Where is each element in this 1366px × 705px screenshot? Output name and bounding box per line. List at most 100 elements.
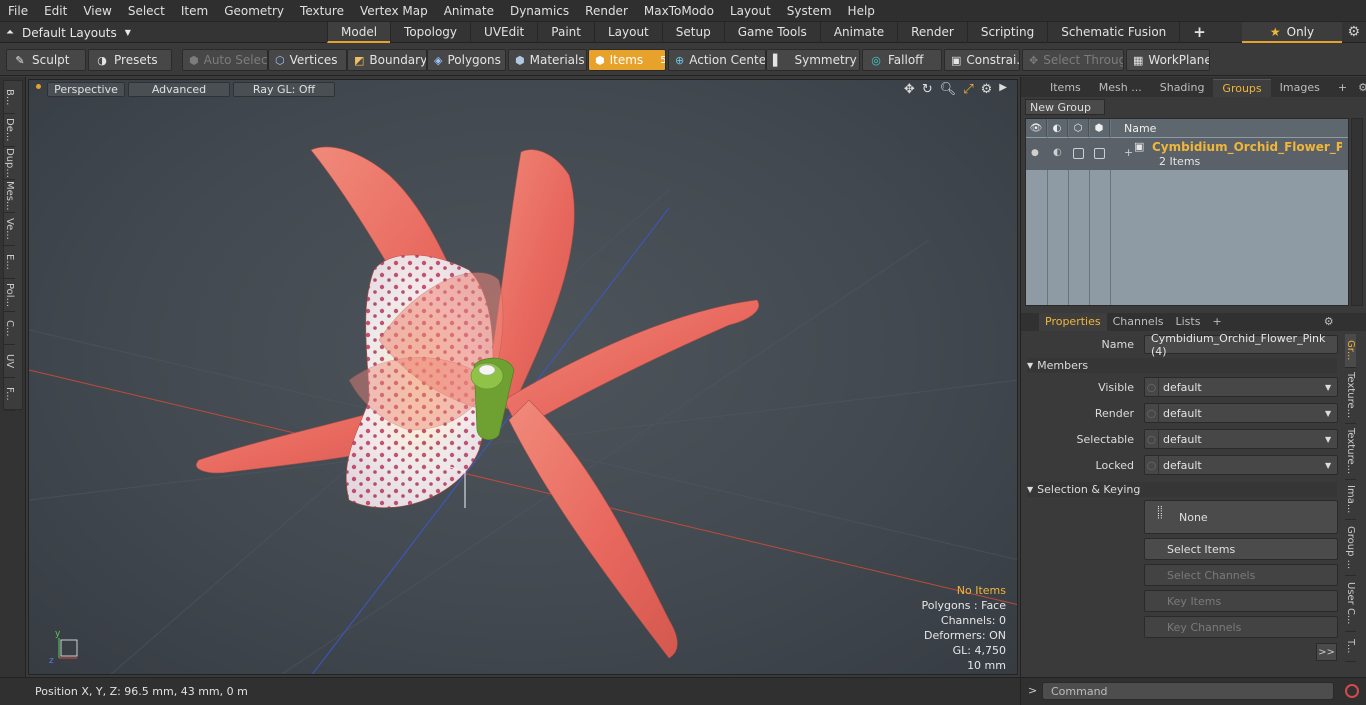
selection-keying-section[interactable]: ▼ Selection & Keying — [1027, 482, 1337, 497]
materials-button[interactable]: ⬢ Materials — [508, 49, 587, 71]
menu-item[interactable]: Item — [173, 4, 216, 18]
select-channels-button[interactable]: Select Channels — [1144, 564, 1338, 586]
symmetry-button[interactable]: ▌ Symmetry — [766, 49, 860, 71]
side-tab-group[interactable]: Gr... — [1345, 334, 1356, 368]
tab-uvedit[interactable]: UVEdit — [470, 22, 537, 43]
tab-schematic-fusion[interactable]: Schematic Fusion — [1047, 22, 1179, 43]
layout-dropdown[interactable]: ⏶ Default Layouts ▼ — [6, 24, 131, 41]
add-panel-tab-button[interactable]: + — [1329, 79, 1356, 97]
locked-select[interactable]: ◯ default ▼ — [1144, 455, 1338, 475]
3d-viewport[interactable]: y z Perspective Advanced Ray GL: Off ✥ ↻… — [28, 79, 1018, 675]
workplane-button[interactable]: ▦ WorkPlane — [1126, 49, 1210, 71]
menu-select[interactable]: Select — [120, 4, 173, 18]
visible-select[interactable]: ◯ default ▼ — [1144, 377, 1338, 397]
move-view-icon[interactable]: ✥ — [904, 82, 915, 97]
tab-setup[interactable]: Setup — [661, 22, 724, 43]
tab-shading[interactable]: Shading — [1151, 79, 1214, 97]
key-items-button[interactable]: Key Items — [1144, 590, 1338, 612]
side-tab-group-2[interactable]: Group ... — [1345, 520, 1356, 576]
side-tab-t[interactable]: T... — [1345, 632, 1356, 662]
viewport-gear-icon[interactable]: ⚙ — [981, 82, 993, 97]
polygons-button[interactable]: ◈ Polygons — [427, 49, 506, 71]
left-tab-mesh[interactable]: Mes... — [4, 180, 15, 213]
left-tab-curve[interactable]: C... — [4, 312, 15, 345]
fit-view-icon[interactable]: ⤢ — [963, 82, 973, 97]
select-items-button[interactable]: Select Items — [1144, 538, 1338, 560]
items-button[interactable]: ⬢ Items 5 — [588, 49, 666, 71]
side-tab-image[interactable]: Ima... — [1345, 480, 1356, 520]
tab-groups[interactable]: Groups — [1213, 79, 1271, 97]
menu-animate[interactable]: Animate — [436, 4, 502, 18]
record-macro-icon[interactable] — [1345, 684, 1359, 698]
menu-render[interactable]: Render — [577, 4, 636, 18]
presets-button[interactable]: ◑ Presets — [88, 49, 172, 71]
menu-dynamics[interactable]: Dynamics — [502, 4, 577, 18]
menu-view[interactable]: View — [75, 4, 119, 18]
command-input[interactable]: Command — [1042, 682, 1334, 700]
row-eye-icon[interactable]: ● — [1031, 148, 1039, 158]
tab-topology[interactable]: Topology — [390, 22, 470, 43]
tab-animate[interactable]: Animate — [819, 22, 897, 43]
boundary-button[interactable]: ◩ Boundary — [347, 49, 427, 71]
render-select[interactable]: ◯ default ▼ — [1144, 403, 1338, 423]
name-column-header[interactable]: Name — [1110, 122, 1156, 135]
constraints-button[interactable]: ▣ Constrai... — [944, 49, 1020, 71]
action-center-button[interactable]: ⊕ Action Center — [668, 49, 766, 71]
rotate-view-icon[interactable]: ↻ — [922, 82, 933, 97]
render-icon[interactable]: ◐ — [1047, 119, 1068, 137]
left-tab-duplicate[interactable]: Dup... — [4, 147, 15, 180]
groups-scrollbar[interactable] — [1351, 118, 1363, 306]
tab-items[interactable]: Items — [1041, 79, 1090, 97]
side-tab-texture-2[interactable]: Texture... — [1345, 424, 1356, 480]
tab-layout[interactable]: Layout — [593, 22, 662, 43]
tab-game-tools[interactable]: Game Tools — [723, 22, 820, 43]
left-tab-deform[interactable]: De... — [4, 114, 15, 147]
group-name-input[interactable]: Cymbidium_Orchid_Flower_Pink (4) — [1144, 332, 1338, 358]
group-row[interactable]: ● ◐ + ▣ Cymbidium_Orchid_Flower_Pink... … — [1026, 138, 1348, 170]
left-tab-polygon[interactable]: Pol... — [4, 279, 15, 312]
menu-file[interactable]: File — [0, 4, 36, 18]
left-tab-basic[interactable]: B... — [4, 81, 15, 114]
menu-texture[interactable]: Texture — [292, 4, 352, 18]
expand-plus-icon[interactable]: + — [1124, 146, 1133, 159]
new-group-button[interactable]: New Group — [1025, 99, 1105, 115]
menu-system[interactable]: System — [779, 4, 840, 18]
add-tab-button[interactable]: + — [1179, 22, 1219, 43]
tab-render[interactable]: Render — [897, 22, 967, 43]
viewport-play-icon[interactable]: ▶ — [999, 82, 1007, 97]
perspective-button[interactable]: Perspective — [47, 82, 125, 97]
props-gear-icon[interactable]: ⚙ — [1318, 313, 1340, 331]
panel-gear-icon[interactable]: ⚙ — [1356, 79, 1366, 97]
select-icon[interactable]: ⬢ — [1089, 119, 1110, 137]
tab-paint[interactable]: Paint — [537, 22, 594, 43]
auto-select-button[interactable]: ⬢ Auto Select — [182, 49, 268, 71]
menu-edit[interactable]: Edit — [36, 4, 75, 18]
row-select-checkbox[interactable] — [1094, 148, 1105, 159]
tab-channels[interactable]: Channels — [1107, 313, 1170, 331]
zoom-view-icon[interactable]: 🔍︎ — [940, 82, 957, 97]
tab-model[interactable]: Model — [327, 22, 391, 43]
advanced-button[interactable]: Advanced — [128, 82, 230, 97]
vertices-button[interactable]: ⬡ Vertices 1 — [268, 49, 347, 71]
none-button[interactable]: ⁝⁝ ⁝⁝ None — [1144, 500, 1338, 534]
key-channels-button[interactable]: Key Channels — [1144, 616, 1338, 638]
left-tab-edge[interactable]: E... — [4, 246, 15, 279]
add-props-tab-button[interactable]: + — [1206, 313, 1227, 331]
falloff-button[interactable]: ◎ Falloff — [862, 49, 942, 71]
select-through-button[interactable]: ✥ Select Through — [1022, 49, 1124, 71]
tab-scripting[interactable]: Scripting — [966, 22, 1047, 43]
tab-properties[interactable]: Properties — [1039, 313, 1107, 331]
menu-vertex-map[interactable]: Vertex Map — [352, 4, 436, 18]
selectable-select[interactable]: ◯ default ▼ — [1144, 429, 1338, 449]
side-tab-texture-1[interactable]: Texture... — [1345, 368, 1356, 424]
menu-layout[interactable]: Layout — [722, 4, 779, 18]
viewport-menu-dot[interactable] — [36, 84, 41, 89]
row-lock-checkbox[interactable] — [1073, 148, 1084, 159]
only-button[interactable]: ★ Only — [1242, 22, 1342, 43]
tab-images[interactable]: Images — [1271, 79, 1329, 97]
left-tab-uv[interactable]: UV — [4, 345, 15, 378]
members-section[interactable]: ▼ Members — [1027, 358, 1337, 373]
expand-button[interactable]: >> — [1316, 643, 1337, 661]
tab-lists[interactable]: Lists — [1170, 313, 1207, 331]
menu-geometry[interactable]: Geometry — [216, 4, 292, 18]
